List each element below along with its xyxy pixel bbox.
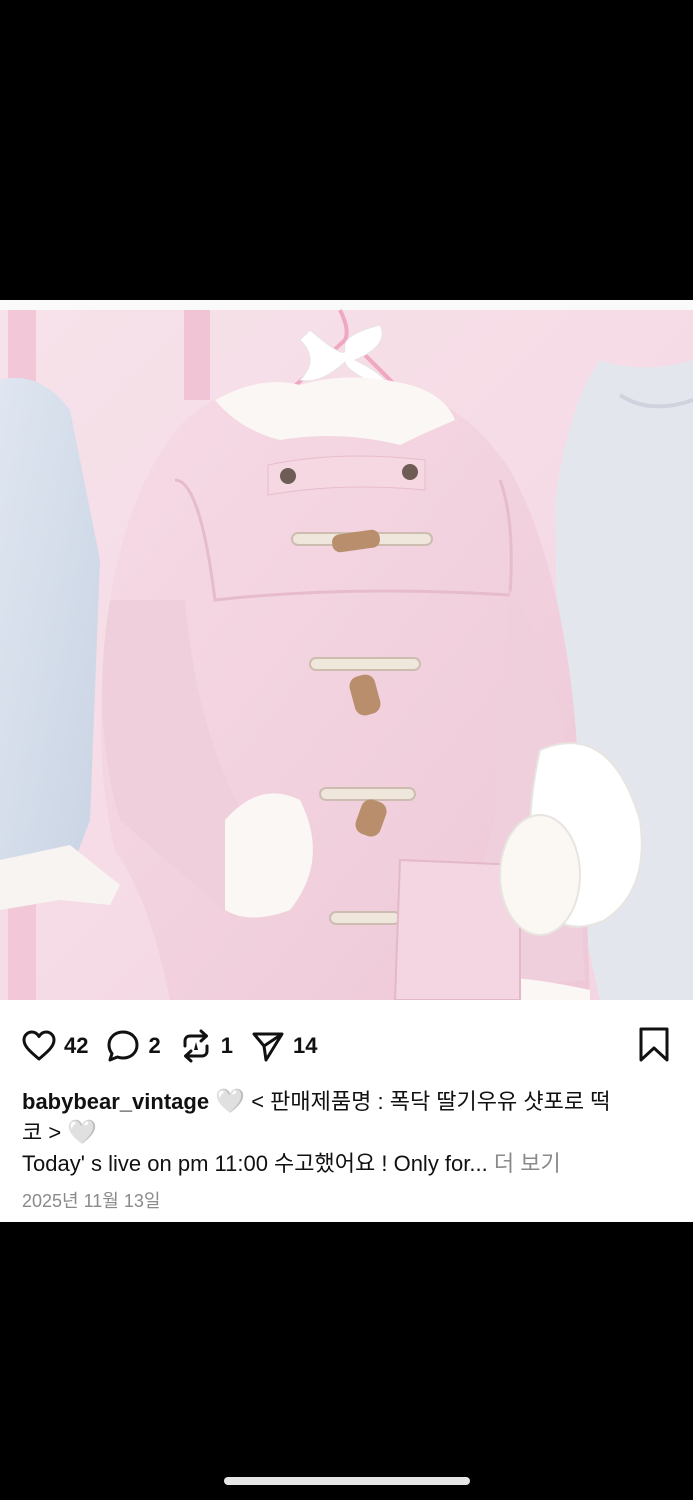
- username-link[interactable]: babybear_vintage: [22, 1089, 209, 1114]
- bookmark-icon: [639, 1027, 669, 1062]
- repost-count: 1: [220, 1033, 233, 1058]
- caption-text-line2: Today' s live on pm 11:00 수고했어요 ! Only f…: [22, 1151, 488, 1176]
- save-button[interactable]: [637, 1026, 671, 1069]
- post-date: 2025년 11월 13일: [22, 1191, 161, 1211]
- home-indicator[interactable]: [224, 1477, 470, 1485]
- caption-text-line1-end: 코 >: [22, 1120, 62, 1145]
- share-count: 14: [292, 1033, 318, 1058]
- post-actions-bar: 42 2 1 14: [22, 1028, 335, 1064]
- heart-icon: [22, 1030, 56, 1061]
- share-button[interactable]: 14: [251, 1029, 317, 1063]
- comment-bubble-icon: [107, 1030, 139, 1062]
- post-photo[interactable]: [0, 300, 693, 1000]
- like-button[interactable]: 42: [22, 1030, 88, 1062]
- send-icon: [252, 1032, 284, 1062]
- white-heart-emoji: 🤍: [215, 1088, 246, 1115]
- more-link[interactable]: 더 보기: [494, 1151, 561, 1176]
- post-details: 42 2 1 14 babybear_vintage 🤍 < 판매제품명: 폭…: [0, 1000, 693, 1222]
- caption-text-line1: < 판매제품명 : 폭닥 딸기우유 샷포로 떡: [251, 1089, 611, 1114]
- post-caption: babybear_vintage 🤍 < 판매제품명 : 폭닥 딸기우유 샷포로…: [22, 1086, 672, 1179]
- comment-button[interactable]: 2: [106, 1029, 161, 1063]
- comment-count: 2: [148, 1033, 161, 1058]
- pink-duffle-coat-photo: [0, 300, 693, 1000]
- like-count: 42: [64, 1033, 89, 1058]
- repost-icon: [183, 1029, 209, 1063]
- repost-button[interactable]: 1: [179, 1029, 233, 1063]
- white-heart-emoji-2: 🤍: [67, 1119, 98, 1146]
